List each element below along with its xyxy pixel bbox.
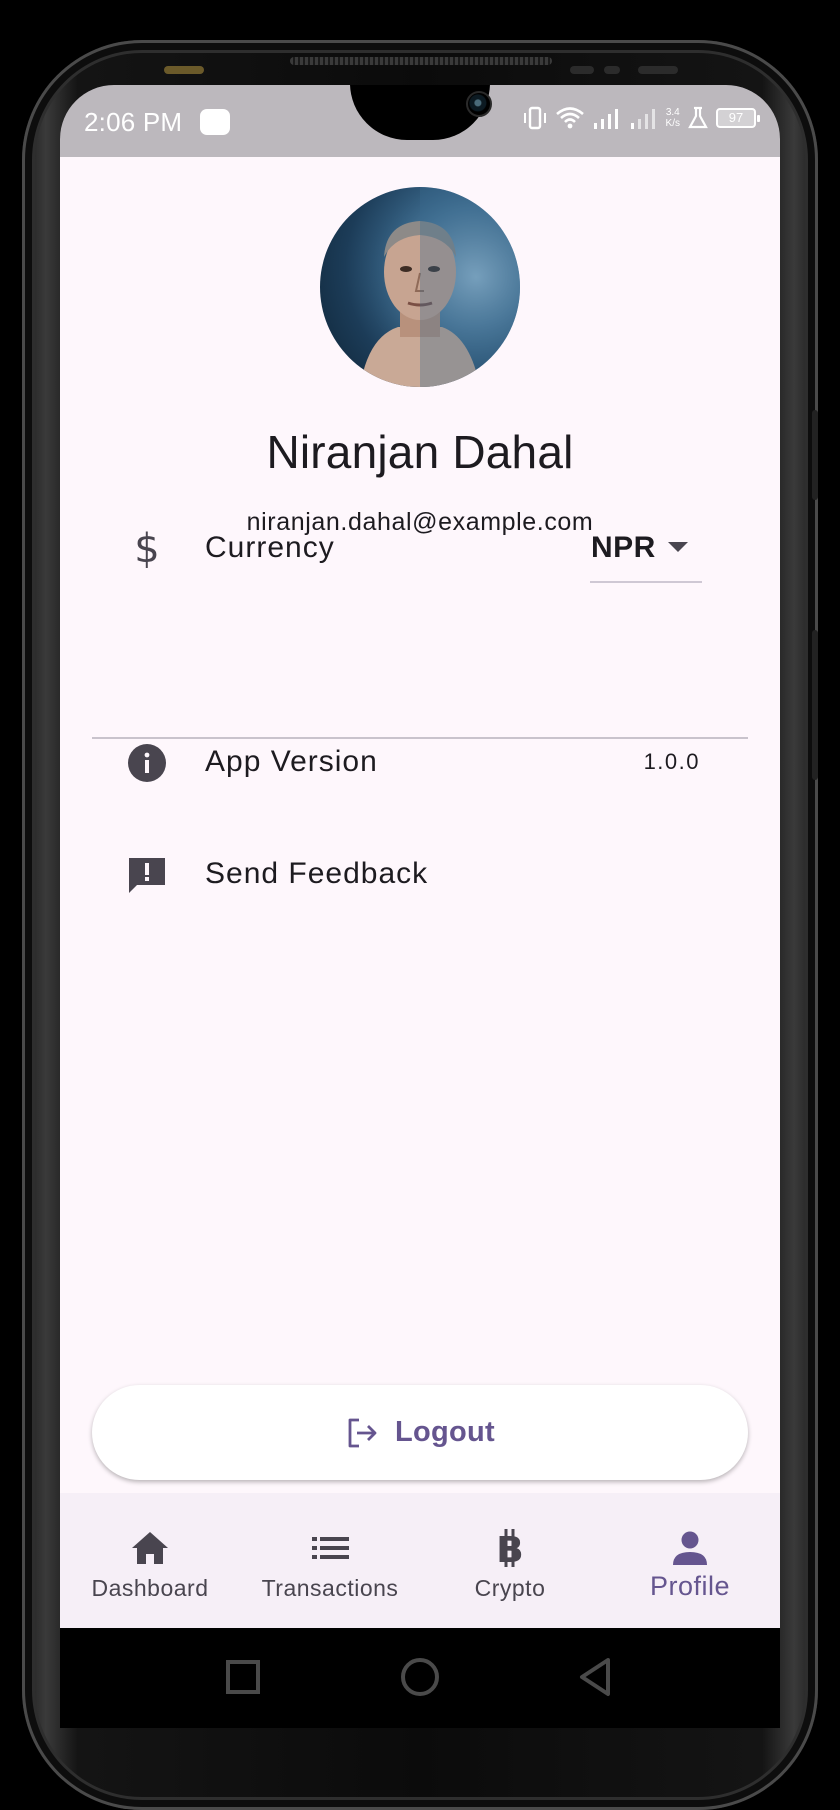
signal-2-icon [629, 105, 659, 131]
nav-label-crypto: Crypto [474, 1575, 546, 1601]
home-icon [132, 1532, 168, 1564]
person-icon [673, 1531, 707, 1565]
flask-icon [687, 105, 709, 131]
signal-1-icon [592, 105, 622, 131]
status-bar: 2:06 PM 3.4 K/s 97 [60, 85, 780, 157]
recent-apps-icon[interactable] [220, 1654, 266, 1700]
speaker-grille [290, 57, 552, 65]
status-icons: 3.4 K/s 97 [522, 105, 760, 131]
sensor-right-2 [604, 66, 620, 74]
stage: 2:06 PM 3.4 K/s 97 Niranjan Dahal niranj… [0, 0, 840, 1810]
avatar-photo [320, 187, 520, 387]
net-speed-value: 3.4 [665, 107, 680, 118]
send-feedback-row[interactable]: Send Feedback [60, 835, 780, 915]
nav-label-profile: Profile [649, 1571, 731, 1601]
nav-item-crypto[interactable]: B Crypto [420, 1493, 600, 1628]
svg-text:B: B [496, 1530, 523, 1569]
power-button [812, 630, 818, 780]
vibrate-icon [522, 105, 548, 131]
avatar[interactable] [320, 187, 520, 387]
info-icon [127, 743, 167, 783]
volume-button [812, 410, 818, 500]
wifi-icon [555, 105, 585, 131]
dollar-icon: $ [134, 526, 160, 572]
logout-label: Logout [394, 1416, 496, 1448]
nav-item-dashboard[interactable]: Dashboard [60, 1493, 240, 1628]
bottom-navigation: Dashboard Transactions B Crypto Profile [60, 1493, 780, 1628]
front-camera [466, 91, 492, 117]
profile-screen: Niranjan Dahal niranjan.dahal@example.co… [60, 157, 780, 1628]
sensor-right-1 [570, 66, 594, 74]
nav-item-profile[interactable]: Profile [600, 1493, 780, 1628]
system-navigation-bar [60, 1628, 780, 1728]
logout-icon [348, 1418, 377, 1447]
battery-icon: 97 [716, 108, 760, 128]
back-button-icon[interactable] [574, 1654, 620, 1700]
dropdown-arrow-icon [668, 542, 688, 552]
app-version-label: App Version [205, 745, 378, 778]
status-time: 2:06 PM [84, 107, 183, 137]
net-speed: 3.4 K/s [666, 107, 680, 129]
home-button-icon[interactable] [397, 1654, 443, 1700]
currency-setting-row: $ Currency NPR [60, 509, 780, 589]
net-speed-unit: K/s [665, 118, 680, 129]
feedback-icon [127, 855, 167, 895]
nav-item-transactions[interactable]: Transactions [240, 1493, 420, 1628]
currency-dropdown[interactable]: NPR [590, 525, 702, 583]
notification-app-icon [200, 109, 230, 135]
currency-value: NPR [591, 531, 656, 564]
sensor-left [164, 66, 204, 74]
app-version-value: 1.0.0 [643, 749, 700, 774]
phone-screen: 2:06 PM 3.4 K/s 97 Niranjan Dahal niranj… [60, 85, 780, 1628]
send-feedback-label: Send Feedback [205, 857, 429, 890]
profile-name: Niranjan Dahal [266, 426, 574, 478]
currency-label: Currency [205, 531, 335, 564]
bitcoin-icon: B [496, 1529, 524, 1569]
logout-button[interactable]: Logout [92, 1385, 748, 1480]
sensor-right-3 [638, 66, 678, 74]
nav-label-transactions: Transactions [261, 1575, 399, 1601]
list-icon [312, 1537, 349, 1559]
nav-label-dashboard: Dashboard [91, 1575, 209, 1601]
app-version-row: App Version 1.0.0 [60, 723, 780, 803]
